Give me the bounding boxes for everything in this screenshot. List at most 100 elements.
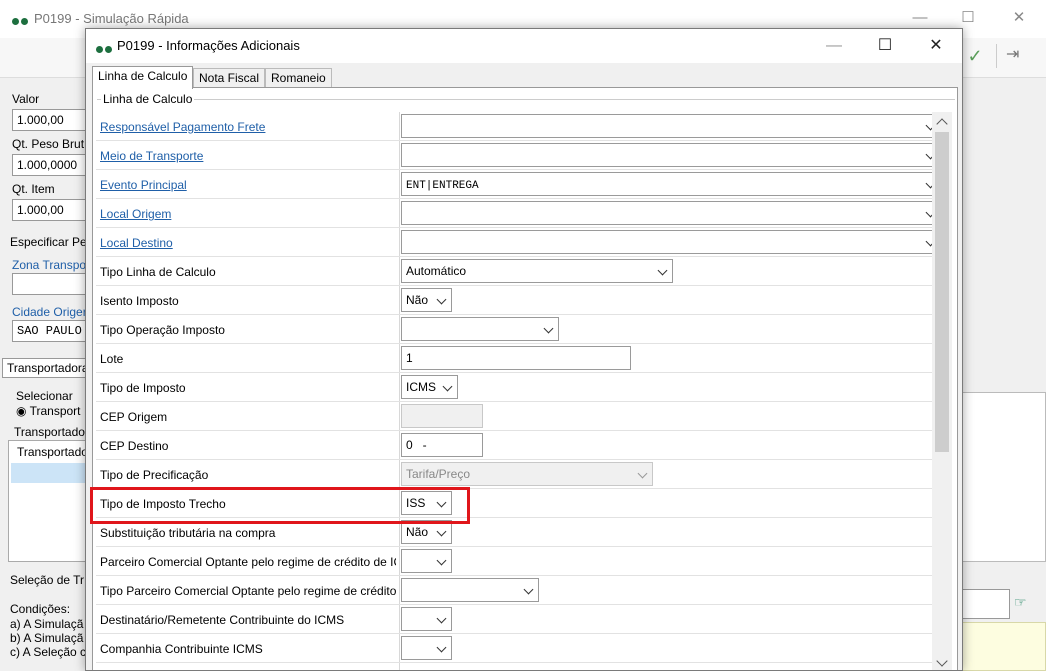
evento-principal-link[interactable]: Evento Principal <box>100 178 396 192</box>
scroll-down-icon[interactable] <box>936 655 948 667</box>
minimize-icon[interactable]: — <box>817 34 851 58</box>
tipo-parceiro-optante-label: Tipo Parceiro Comercial Optante pelo reg… <box>100 584 396 598</box>
row-tipo-linha-de-calculo: Tipo Linha de Calculo Automático <box>96 257 936 286</box>
minimize-icon[interactable]: — <box>905 6 935 30</box>
especificar-label: Especificar Pe <box>10 235 87 249</box>
dialog-title-bar: P0199 - Informações Adicionais — ☐ ✕ <box>86 29 962 63</box>
maximize-icon[interactable]: ☐ <box>953 6 983 30</box>
chevron-down-icon <box>436 526 447 537</box>
highlight-box <box>90 487 470 524</box>
background-window-title: P0199 - Simulação Rápida <box>34 11 189 26</box>
tipo-de-imposto-value: ICMS <box>406 380 436 394</box>
tab-linha-de-calculo[interactable]: Linha de Calculo <box>92 66 194 89</box>
tipo-linha-de-calculo-select[interactable]: Automático <box>401 259 673 283</box>
tab-nota-fiscal[interactable]: Nota Fiscal <box>193 68 266 88</box>
chevron-down-icon <box>436 642 447 653</box>
evento-principal-value: ENT|ENTREGA <box>406 180 479 192</box>
transportado-column-header: Transportado <box>17 445 88 459</box>
row-meio-de-transporte: Meio de Transporte <box>96 141 941 170</box>
informacoes-adicionais-dialog: P0199 - Informações Adicionais — ☐ ✕ Lin… <box>85 28 963 671</box>
exit-icon[interactable]: ⇥ <box>1006 44 1028 68</box>
chevron-down-icon <box>543 323 554 334</box>
local-destino-link[interactable]: Local Destino <box>100 236 396 250</box>
zona-transporte-link[interactable]: Zona Transpo <box>12 258 86 272</box>
tipo-de-imposto-select[interactable]: ICMS <box>401 375 458 399</box>
cidade-origem-input[interactable]: SAO PAULO <box>12 320 91 342</box>
local-origem-select[interactable] <box>401 201 941 225</box>
row-local-origem: Local Origem <box>96 199 941 228</box>
row-parceiro-optante: Parceiro Comercial Optante pelo regime d… <box>96 547 936 576</box>
row-tipo-operacao-imposto: Tipo Operação Imposto <box>96 315 936 344</box>
selecao-label: Seleção de Tr <box>10 573 85 587</box>
background-info-box <box>962 622 1046 671</box>
transport-radio[interactable]: ◉ Transport <box>16 404 81 418</box>
evento-principal-select[interactable]: ENT|ENTREGA <box>401 172 941 196</box>
destinatario-contribuinte-select[interactable] <box>401 607 452 631</box>
tab-transportadora[interactable]: Transportadora <box>2 358 98 378</box>
local-destino-select[interactable] <box>401 230 941 254</box>
row-lote: Lote 1 <box>96 344 936 373</box>
group-label: Linha de Calculo <box>101 92 195 106</box>
close-icon[interactable]: ✕ <box>919 34 953 58</box>
row-companhia-contribuinte: Companhia Contribuinte ICMS <box>96 634 936 663</box>
zona-transporte-input[interactable] <box>12 273 91 295</box>
tipo-de-precificacao-value: Tarifa/Preço <box>406 467 471 481</box>
tipo-parceiro-optante-select[interactable] <box>401 578 539 602</box>
qt-peso-bruto-input[interactable]: 1.000,0000 <box>12 154 91 176</box>
lote-input[interactable]: 1 <box>401 346 631 370</box>
condicao-b: b) A Simulaçã <box>10 631 84 645</box>
maximize-icon[interactable]: ☐ <box>868 34 902 58</box>
cidade-origem-link[interactable]: Cidade Origer <box>12 305 87 319</box>
tipo-de-precificacao-label: Tipo de Precificação <box>100 468 209 482</box>
isento-imposto-select[interactable]: Não <box>401 288 452 312</box>
dialog-title: P0199 - Informações Adicionais <box>117 38 300 53</box>
destinatario-contribuinte-label: Destinatário/Remetente Contribuinte do I… <box>100 613 345 627</box>
row-responsavel-pagamento-frete: Responsável Pagamento Frete <box>96 112 941 141</box>
tipo-linha-de-calculo-label: Tipo Linha de Calculo <box>100 265 216 279</box>
valor-input[interactable]: 1.000,00 <box>12 109 91 131</box>
row-evento-principal: Evento Principal ENT|ENTREGA <box>96 170 941 199</box>
tipo-operacao-imposto-select[interactable] <box>401 317 559 341</box>
scrollbar-thumb[interactable] <box>935 132 949 452</box>
meio-de-transporte-select[interactable] <box>401 143 941 167</box>
row-tipo-de-imposto: Tipo de Imposto ICMS <box>96 373 936 402</box>
responsavel-pagamento-frete-select[interactable] <box>401 114 941 138</box>
background-grid-area <box>962 392 1046 562</box>
confirm-icon[interactable]: ✓ <box>965 46 985 66</box>
lote-label: Lote <box>100 352 124 366</box>
scroll-up-icon[interactable] <box>936 118 948 130</box>
chevron-down-icon <box>436 294 447 305</box>
selecionar-label: Selecionar <box>16 389 73 403</box>
responsavel-pagamento-frete-link[interactable]: Responsável Pagamento Frete <box>100 120 396 134</box>
property-grid: Responsável Pagamento Frete Meio de Tran… <box>96 112 941 670</box>
qt-item-input[interactable]: 1.000,00 <box>12 199 91 221</box>
condicoes-label: Condições: <box>10 602 71 616</box>
cep-destino-input[interactable]: 0 - <box>401 433 483 457</box>
tab-romaneio[interactable]: Romaneio <box>265 68 332 88</box>
substituicao-tributaria-label: Substituição tributária na compra <box>100 526 276 540</box>
row-tipo-parceiro-optante: Tipo Parceiro Comercial Optante pelo reg… <box>96 576 936 605</box>
companhia-contribuinte-label: Companhia Contribuinte ICMS <box>100 642 263 656</box>
close-icon[interactable]: ✕ <box>1004 6 1034 30</box>
chevron-down-icon <box>657 265 668 276</box>
chevron-down-icon <box>442 381 453 392</box>
companhia-contribuinte-select[interactable] <box>401 636 452 660</box>
substituicao-tributaria-value: Não <box>406 525 429 539</box>
background-search-input[interactable] <box>962 589 1010 619</box>
valor-label: Valor <box>12 92 40 106</box>
pointer-icon[interactable]: ☞ <box>1014 594 1027 611</box>
qt-item-label: Qt. Item <box>12 182 55 196</box>
cep-origem-label: CEP Origem <box>100 410 168 424</box>
toolbar-divider <box>996 44 997 68</box>
condicao-a: a) A Simulaçã <box>10 617 84 631</box>
meio-de-transporte-link[interactable]: Meio de Transporte <box>100 149 396 163</box>
vertical-scrollbar[interactable] <box>932 112 952 670</box>
background-right-panel <box>962 78 1046 671</box>
chevron-down-icon <box>436 613 447 624</box>
transportado-group-label: Transportado <box>14 425 85 439</box>
local-origem-link[interactable]: Local Origem <box>100 207 396 221</box>
parceiro-optante-select[interactable] <box>401 549 452 573</box>
qt-peso-bruto-label: Qt. Peso Brut <box>12 137 85 151</box>
linha-de-calculo-page: Linha de Calculo Responsável Pagamento F… <box>92 87 958 670</box>
isento-imposto-value: Não <box>406 293 429 307</box>
